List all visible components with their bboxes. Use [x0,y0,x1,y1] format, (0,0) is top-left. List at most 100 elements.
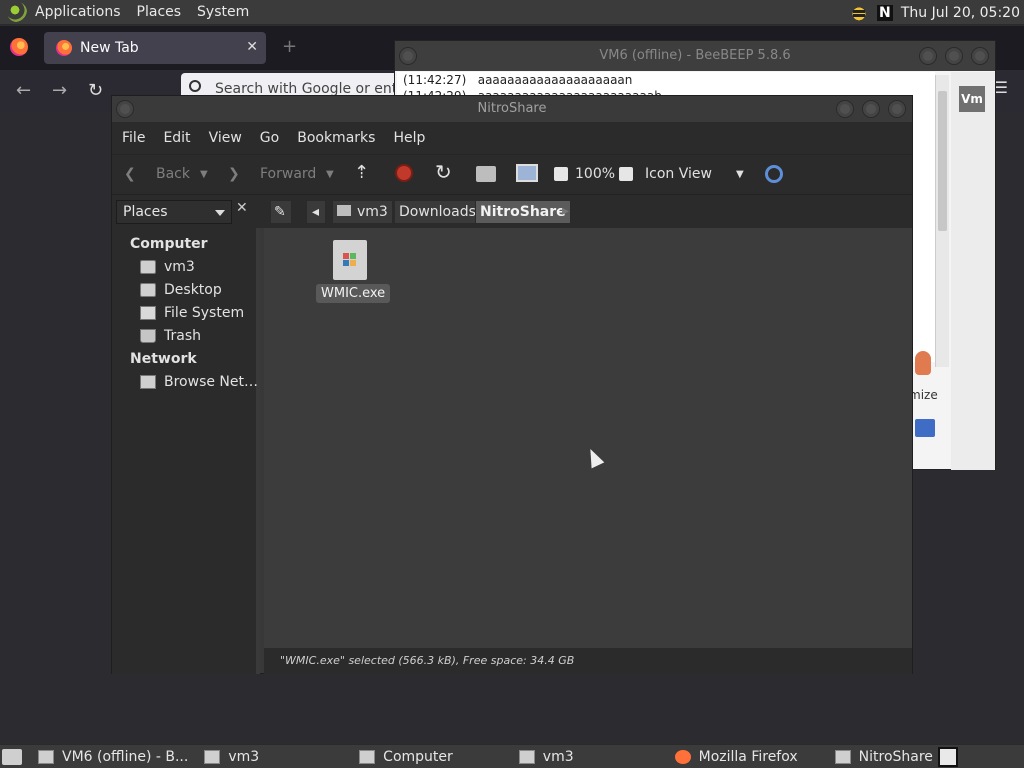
task-vm3[interactable]: vm3 [204,745,259,768]
sidebar-header-computer: Computer [130,236,208,252]
home-folder-icon [140,260,156,274]
menu-edit[interactable]: Edit [155,130,198,146]
back-arrow-icon[interactable]: ❮ [124,166,136,182]
maximize-icon[interactable] [862,100,880,118]
firefox-icon [56,40,72,56]
taskbar: VM6 (offline) - B... vm3 Computer vm3 Mo… [0,744,1024,768]
home-folder-icon [337,205,351,216]
task-firefox[interactable]: Mozilla Firefox [674,745,798,768]
task-label: VM6 (offline) - B... [62,748,189,765]
places-menu[interactable]: Places [129,4,190,20]
nitroshare-tray-icon[interactable]: N [876,4,893,21]
window-title: NitroShare [477,101,547,116]
exe-file-icon[interactable] [333,240,367,280]
zoom-out-icon[interactable] [554,167,568,181]
sidebar-item-label: Trash [164,328,201,344]
window-menu-icon[interactable] [116,100,134,118]
task-computer[interactable]: Computer [359,745,453,768]
close-icon[interactable] [971,47,989,65]
distro-logo-icon[interactable] [7,2,27,22]
minimize-icon[interactable] [836,100,854,118]
menu-file[interactable]: File [114,130,153,146]
reload-icon[interactable]: ↻ [435,160,452,184]
back-icon[interactable]: ← [16,80,31,101]
menu-go[interactable]: Go [252,130,287,146]
back-button[interactable]: Back [156,166,190,182]
sidebar-item-label: vm3 [164,259,195,275]
home-folder-icon[interactable] [476,166,496,182]
clock[interactable]: Thu Jul 20, 05:20 [901,5,1020,21]
sidebar-mode-select[interactable]: Places [116,200,232,224]
breadcrumb-vm3[interactable]: vm3 [332,200,393,224]
close-sidebar-icon[interactable]: ✕ [236,200,248,216]
task-beebeep[interactable]: VM6 (offline) - B... [38,745,188,768]
up-arrow-icon[interactable]: ⇡ [354,162,369,183]
beebeep-titlebar[interactable]: VM6 (offline) - BeeBEEP 5.8.6 [395,41,995,71]
zoom-level: 100% [575,166,616,182]
breadcrumb-left-icon[interactable]: ◂ [306,200,326,224]
scrollbar-thumb[interactable] [938,91,947,231]
sidebar-item-browse-network[interactable]: Browse Net… [140,374,258,390]
task-label: NitroShare [858,748,933,765]
sidebar-item-label: File System [164,305,245,321]
workspace-switcher[interactable] [938,747,958,767]
avatar[interactable]: Vm [959,86,985,112]
sidebar-item-desktop[interactable]: Desktop [140,282,222,298]
file-view[interactable]: WMIC.exe [264,228,912,648]
window-menu-icon[interactable] [399,47,417,65]
top-panel: Applications Places System N Thu Jul 20,… [0,0,1024,25]
applications-menu[interactable]: Applications [27,4,129,20]
breadcrumb-nitroshare[interactable]: NitroShare [475,200,571,224]
desktop-folder-icon [140,283,156,297]
view-mode-select[interactable]: Icon View [645,166,712,182]
menu-help[interactable]: Help [385,130,433,146]
edit-location-icon[interactable]: ✎ [270,200,292,224]
forward-icon[interactable]: → [52,80,67,101]
file-item-label[interactable]: WMIC.exe [316,284,391,303]
sidebar-item-trash[interactable]: Trash [140,328,201,344]
sidebar-item-vm3[interactable]: vm3 [140,259,195,275]
forward-history-chevron-icon[interactable]: ▼ [326,169,334,180]
maximize-icon[interactable] [945,47,963,65]
firefox-tab-new-tab[interactable]: New Tab ✕ [44,32,266,64]
close-tab-icon[interactable]: ✕ [246,39,258,55]
microphone-icon[interactable] [915,351,931,375]
close-icon[interactable] [888,100,906,118]
search-icon[interactable] [765,165,783,183]
nitroshare-titlebar[interactable]: NitroShare [112,96,912,122]
firefox-view-icon[interactable] [10,38,28,56]
breadcrumb-label: vm3 [357,204,388,220]
beebeep-tray-icon[interactable] [848,3,869,22]
stop-icon[interactable] [395,164,413,182]
menu-view[interactable]: View [201,130,250,146]
system-menu[interactable]: System [189,4,257,20]
computer-icon[interactable] [516,164,538,182]
search-icon [189,80,201,92]
chevron-down-icon [215,210,225,216]
nitroshare-window: NitroShare File Edit View Go Bookmarks H… [111,95,913,674]
status-bar: "WMIC.exe" selected (566.3 kB), Free spa… [264,648,912,674]
minimize-icon[interactable] [919,47,937,65]
view-mode-chevron-icon[interactable]: ▼ [736,169,744,180]
panel-tray: N Thu Jul 20, 05:20 [848,0,1020,25]
back-history-chevron-icon[interactable]: ▼ [200,169,208,180]
breadcrumb-downloads[interactable]: Downloads [394,200,481,224]
home-folder-icon [204,749,221,764]
task-nitroshare[interactable]: NitroShare [834,745,933,768]
task-label: Computer [383,748,453,765]
chat-scrollbar[interactable] [935,75,949,367]
task-label: Mozilla Firefox [698,748,798,765]
zoom-in-icon[interactable] [619,167,633,181]
computer-icon [359,749,376,764]
task-vm3-2[interactable]: vm3 [518,745,574,768]
sidebar-item-file-system[interactable]: File System [140,305,244,321]
new-tab-icon[interactable]: + [282,36,297,57]
breadcrumb-right-icon[interactable]: ▸ [558,200,573,224]
reload-icon[interactable]: ↻ [88,80,103,101]
forward-arrow-icon[interactable]: ❯ [228,166,240,182]
save-icon[interactable] [915,419,935,437]
menu-bookmarks[interactable]: Bookmarks [289,130,383,146]
show-desktop-icon[interactable] [2,748,22,765]
forward-button[interactable]: Forward [260,166,316,182]
chat-message: (11:42:27) aaaaaaaaaaaaaaaaaaaan [403,73,633,87]
